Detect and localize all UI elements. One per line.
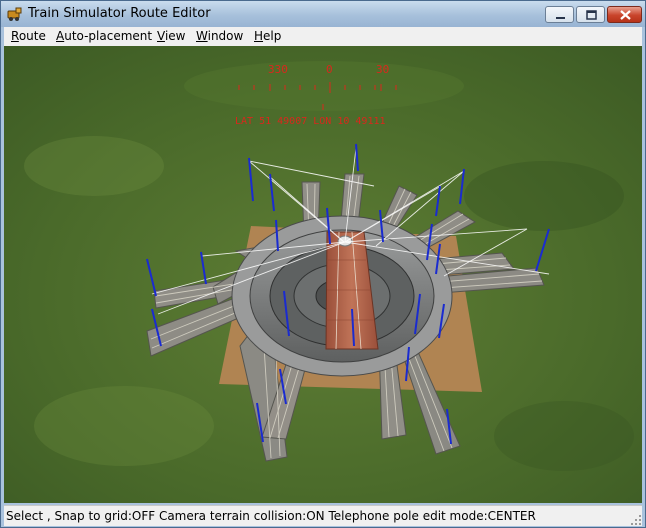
menu-route[interactable]: Route (11, 29, 46, 43)
menu-bar: Route Auto-placement View Window Help (4, 27, 642, 46)
maximize-icon (586, 10, 597, 20)
menu-auto-placement[interactable]: Auto-placement (56, 29, 152, 43)
window-title: Train Simulator Route Editor (28, 6, 211, 21)
minimize-icon (556, 17, 565, 19)
maximize-button[interactable] (576, 6, 605, 23)
menu-view[interactable]: View (157, 29, 185, 43)
compass-heading-center: 0 (326, 63, 333, 76)
status-bar: Select , Snap to grid:OFF Camera terrain… (4, 505, 642, 526)
close-icon (620, 10, 631, 20)
status-text: Select , Snap to grid:OFF Camera terrain… (6, 509, 536, 523)
menu-window[interactable]: Window (196, 29, 243, 43)
close-button[interactable] (607, 6, 642, 23)
app-window: Train Simulator Route Editor Route Auto-… (0, 0, 646, 528)
minimize-button[interactable] (545, 6, 574, 23)
compass-heading-right: 30 (376, 63, 389, 76)
resize-grip-icon[interactable] (630, 514, 642, 526)
menu-help[interactable]: Help (254, 29, 281, 43)
3d-viewport[interactable]: 330 0 30 LAT 51 49007 LON 10 49111 (4, 46, 642, 503)
compass-heading-left: 330 (268, 63, 288, 76)
compass-coordinates: LAT 51 49007 LON 10 49111 (235, 116, 386, 127)
train-app-icon (7, 7, 22, 21)
title-bar[interactable]: Train Simulator Route Editor (1, 1, 645, 27)
